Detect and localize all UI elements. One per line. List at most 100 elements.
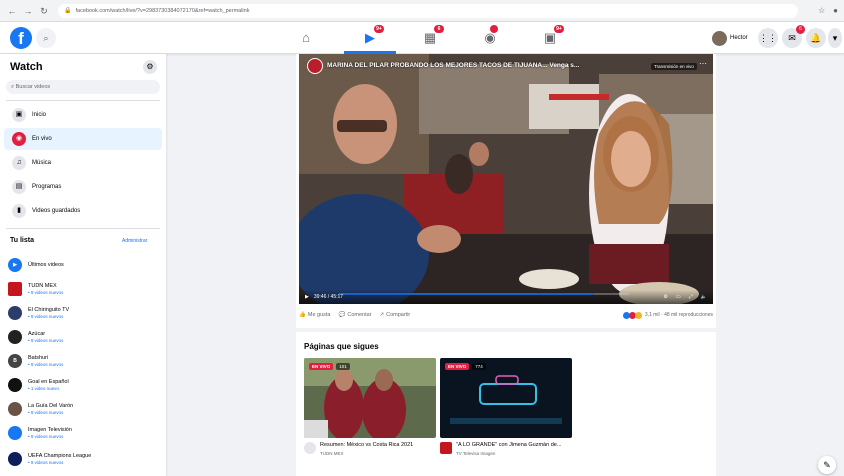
fullscreen-icon[interactable]: ⤢ [689,294,693,300]
video-title[interactable]: MARINA DEL PILAR PROBANDO LOS MEJORES TA… [327,62,579,69]
divider [6,100,160,101]
miniplayer-icon[interactable]: ▭ [676,294,681,300]
gear-icon[interactable]: ⚙ [143,60,157,74]
avatar [712,30,727,46]
search-placeholder: Buscar videos [15,84,51,90]
page-avatar[interactable] [304,442,316,454]
search-icon[interactable]: ⌕ [36,28,56,48]
profile-chip[interactable]: Hector [712,29,754,47]
video-stats[interactable]: 3,1 mil · 48 mil reproducciones [622,311,713,319]
url-text: facebook.com/watch/live/?v=2983730384072… [75,7,250,14]
sidebar-item-videos-guardados[interactable]: ▮ Videos guardados [4,200,162,222]
page-name: Azúcar [28,331,46,337]
lock-icon: 🔒 [64,8,72,14]
list-item[interactable]: La Guía Del Varón • 9 videos nuevos [8,398,164,420]
page-name[interactable]: TV Televisa Imagen [456,451,495,456]
avatar [8,306,22,320]
page-sub: • 9 videos nuevos [28,314,64,319]
video-caption[interactable]: Resumen: México vs Costa Rica 2021 [320,442,430,448]
thumbnail-badges: EN VIVO 774 [445,363,486,370]
list-item[interactable]: El Chiringuito TV • 9 videos nuevos [8,302,164,324]
stats-text: 3,1 mil · 48 mil reproducciones [644,312,713,318]
video-thumbnail[interactable]: EN VIVO 774 [440,358,572,438]
page-name: La Guía Del Varón [28,403,74,409]
page-sub: • 1 video nuevo [28,386,59,391]
list-item[interactable]: B Batshuri • 9 videos nuevos [8,350,164,372]
list-item[interactable]: UEFA Champions League • 9 videos nuevos [8,448,164,470]
video-player[interactable]: MARINA DEL PILAR PROBANDO LOS MEJORES TA… [299,54,713,304]
volume-icon[interactable]: 🔈 [701,294,707,300]
user-name: Hector [730,35,748,41]
page-name[interactable]: TUDN MEX [320,451,344,456]
list-item[interactable]: ▶ Últimos videos [8,254,164,276]
page-avatar[interactable] [307,58,323,74]
viewer-count: 774 [472,363,486,370]
haha-reaction-icon [634,311,642,319]
list-item[interactable]: Azúcar • 9 videos nuevos [8,326,164,348]
watch-icon: ▶ [365,30,375,45]
music-icon: ♫ [12,156,26,170]
video-time: 39:46 / 45:17 [313,294,344,300]
tab-groups[interactable]: ◉ [460,25,520,50]
tab-gaming[interactable]: ▣ 9+ [520,25,580,50]
page-name: Imagen Televisión [28,427,72,433]
video-thumbnail[interactable]: EN VIVO 101 [304,358,436,438]
sidebar-item-label: Inicio [32,112,47,118]
more-options-icon[interactable]: ⋯ [699,59,707,68]
search-videos-input[interactable]: ⌕ Buscar videos [6,80,160,94]
browser-toolbar: ← → ↻ 🔒 facebook.com/watch/live/?v=29837… [0,0,844,22]
sidebar-item-inicio[interactable]: ▣ Inicio [4,104,162,126]
comment-icon: 💬 [338,312,346,318]
sidebar-title: Watch [10,61,43,73]
manage-link[interactable]: Administrar [122,238,147,244]
live-badge: EN VIVO [309,363,334,370]
followed-pages-section: Páginas que sigues EN VIVO 101 Resumen: … [296,332,716,476]
facebook-logo-icon[interactable]: f [10,27,32,49]
list-title: Tu lista [10,237,34,244]
list-item[interactable]: TUDN MEX • 9 videos nuevos [8,278,164,300]
share-button[interactable]: ↗ Compartir [380,312,411,318]
sidebar-item-label: Música [32,160,52,166]
avatar [8,282,22,296]
divider [6,228,160,229]
gaming-badge: 9+ [554,25,564,33]
tab-home[interactable]: ⌂ [276,26,336,50]
forward-icon[interactable]: → [22,5,34,17]
messenger-icon[interactable]: ✉ 6 [782,25,805,48]
share-label: Compartir [386,312,411,318]
menu-icon[interactable]: ⋮⋮ [758,28,778,48]
account-menu-icon[interactable]: ▾ [828,28,842,48]
notifications-icon[interactable]: 🔔 [806,28,826,48]
comment-button[interactable]: 💬 Comentar [338,312,371,318]
page-avatar[interactable] [440,442,452,454]
back-icon[interactable]: ← [6,5,18,17]
reload-icon[interactable]: ↻ [38,5,50,17]
sidebar-item-programas[interactable]: ▤ Programas [4,176,162,198]
list-item[interactable]: Imagen Televisión • 9 videos nuevos [8,422,164,444]
sidebar-item-musica[interactable]: ♫ Música [4,152,162,174]
page-sub: • 9 videos nuevos [28,434,64,439]
marketplace-icon: ▦ [423,30,437,45]
profile-icon[interactable]: ● [833,6,838,15]
tab-marketplace[interactable]: ▦ 6 [400,25,460,50]
page-name: TUDN MEX [28,283,57,289]
home-icon: ⌂ [302,30,310,45]
star-icon[interactable]: ☆ [818,6,825,15]
settings-icon[interactable]: ⚙ [664,294,668,300]
like-button[interactable]: 👍 Me gusta [299,312,330,318]
page-sub: • 9 videos nuevos [28,410,64,415]
watch-sidebar: Watch ⚙ ⌕ Buscar videos ▣ Inicio ◉ En vi… [0,54,166,476]
address-bar[interactable]: 🔒 facebook.com/watch/live/?v=29837303840… [58,3,798,18]
list-item[interactable]: Goal en Español • 1 video nuevo [8,374,164,396]
page-name: Batshuri [28,355,49,361]
thumbnail-image [304,358,436,438]
like-icon: 👍 [299,312,306,318]
sidebar-item-label: Programas [32,184,62,190]
play-icon[interactable]: ▶ [305,294,309,300]
video-caption[interactable]: "A LO GRANDE" con Jimena Guzmán de... [456,442,572,448]
compose-icon[interactable]: ✎ [818,456,836,474]
tab-watch[interactable]: ▶ 9+ [340,25,400,54]
sidebar-item-en-vivo[interactable]: ◉ En vivo [4,128,162,150]
avatar [8,426,22,440]
page-sub: • 9 videos nuevos [28,362,64,367]
